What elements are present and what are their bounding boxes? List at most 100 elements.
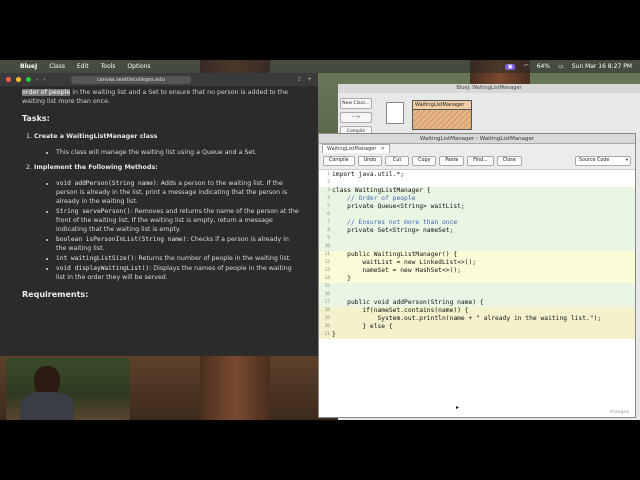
code-text: private Set<String> nameSet;: [332, 227, 454, 234]
code-line[interactable]: 10: [319, 243, 635, 251]
code-line[interactable]: 17 public void addPerson(String name) {: [319, 299, 635, 307]
line-number: 8: [327, 228, 330, 233]
code-line[interactable]: 19 System.out.println(name + " already i…: [319, 315, 635, 323]
assignment-content: order of people in the waiting list and …: [0, 86, 318, 299]
code-line[interactable]: 1 import java.util.*;: [319, 171, 635, 179]
battery-icon[interactable]: ▭: [558, 63, 564, 70]
source-view-select[interactable]: Source Code ▾: [575, 156, 631, 166]
clock[interactable]: Sun Mar 16 8:27 PM: [572, 63, 632, 70]
code-line[interactable]: 11 public WaitingListManager() {: [319, 251, 635, 259]
cut-button[interactable]: Cut: [385, 156, 410, 166]
task-title: Create a WaitingListManager class: [34, 133, 158, 140]
menu-class[interactable]: Class: [49, 63, 65, 70]
chevron-down-icon: ▾: [625, 158, 628, 163]
editor-tab[interactable]: WaitingListManager ✕: [322, 144, 390, 153]
task-bullet: This class will manage the waiting list …: [56, 148, 300, 157]
code-text: nameSet = new HashSet<>();: [332, 267, 461, 274]
menu-bar: BlueJ Class Edit Tools Options ▣ ◠ 64% ▭…: [0, 60, 640, 73]
code-line[interactable]: 12 waitList = new LinkedList<>();: [319, 259, 635, 267]
method-signature: void displayWaitingList(): [56, 265, 150, 272]
code-text: private Queue<String> waitList;: [332, 203, 465, 210]
line-number: 9: [327, 236, 330, 241]
line-number: 6: [327, 212, 330, 217]
close-window-icon[interactable]: [6, 77, 11, 82]
app-menu[interactable]: BlueJ: [20, 63, 37, 70]
task-title: Implement the Following Methods:: [34, 164, 158, 171]
method-item: int waitingListSize(): Returns the numbe…: [56, 254, 300, 263]
source-view-label: Source Code: [579, 158, 610, 163]
code-line[interactable]: 7 // Ensures not more than once: [319, 219, 635, 227]
bluej-title: BlueJ: WaitingListManager: [338, 84, 640, 93]
line-number: 20: [324, 324, 330, 329]
find-button[interactable]: Find...: [467, 156, 494, 166]
code-line[interactable]: 6: [319, 211, 635, 219]
code-text: // Ensures not more than once: [332, 219, 458, 226]
line-number: 17: [324, 300, 330, 305]
code-text: } else {: [332, 323, 393, 330]
code-line[interactable]: 16: [319, 291, 635, 299]
code-line[interactable]: 3 class WaitingListManager {: [319, 187, 635, 195]
code-line[interactable]: 5 private Queue<String> waitList;: [319, 203, 635, 211]
close-button[interactable]: Close: [496, 156, 522, 166]
forward-icon[interactable]: ›: [43, 76, 45, 83]
arrow-button[interactable]: --->: [340, 112, 372, 123]
undo-button[interactable]: Undo: [357, 156, 383, 166]
code-line[interactable]: 20 } else {: [319, 323, 635, 331]
mouse-cursor-icon: ▸: [456, 404, 460, 411]
compile-button[interactable]: Compile: [323, 156, 355, 166]
screen-share-icon[interactable]: ▣: [504, 63, 516, 70]
method-item: String servePerson(): Removes and return…: [56, 207, 300, 234]
class-box[interactable]: WaitingListManager: [412, 100, 472, 130]
readme-note-icon[interactable]: [386, 102, 404, 124]
menu-options[interactable]: Options: [127, 63, 150, 70]
code-line[interactable]: 15: [319, 283, 635, 291]
method-item: void displayWaitingList(): Displays the …: [56, 264, 300, 282]
method-signature: boolean isPersonInList(String name): [56, 236, 187, 243]
line-number: 3: [327, 188, 330, 193]
minimize-window-icon[interactable]: [16, 77, 21, 82]
task-item: Implement the Following Methods: void ad…: [34, 163, 300, 282]
intro-paragraph: order of people in the waiting list and …: [22, 88, 300, 106]
line-number: 14: [324, 276, 330, 281]
line-number: 11: [324, 252, 330, 257]
browser-window: ‹ › canvas.seattlecolleges.edu ⇪ + order…: [0, 73, 318, 356]
wifi-icon[interactable]: ◠: [523, 63, 528, 70]
share-icon[interactable]: ⇪: [297, 76, 302, 83]
code-text: }: [332, 331, 336, 338]
code-line[interactable]: 14 }: [319, 275, 635, 283]
task-item: Create a WaitingListManager class This c…: [34, 132, 300, 157]
webcam-overlay: [6, 358, 130, 420]
close-tab-icon[interactable]: ✕: [380, 146, 384, 152]
code-line[interactable]: 18 if(nameSet.contains(name)) {: [319, 307, 635, 315]
code-line[interactable]: 8 private Set<String> nameSet;: [319, 227, 635, 235]
code-text: public WaitingListManager() {: [332, 251, 458, 258]
line-number: 4: [327, 196, 330, 201]
person-body: [20, 392, 74, 420]
code-line[interactable]: 4 // Order of people: [319, 195, 635, 203]
menu-edit[interactable]: Edit: [77, 63, 89, 70]
copy-button[interactable]: Copy: [412, 156, 437, 166]
line-number: 10: [324, 244, 330, 249]
method-signature: void addPerson(String name): [56, 180, 157, 187]
code-line[interactable]: 9: [319, 235, 635, 243]
new-tab-icon[interactable]: +: [307, 76, 312, 83]
method-item: boolean isPersonInList(String name): Che…: [56, 235, 300, 253]
paste-button[interactable]: Paste: [439, 156, 465, 166]
method-description: : Returns the number of people in the wa…: [134, 255, 292, 262]
zoom-window-icon[interactable]: [26, 77, 31, 82]
back-icon[interactable]: ‹: [36, 76, 38, 83]
address-bar[interactable]: canvas.seattlecolleges.edu: [70, 75, 191, 84]
editor-title: WaitingListManager - WaitingListManager: [319, 134, 635, 144]
new-class-button[interactable]: New Class...: [340, 98, 372, 109]
method-list: void addPerson(String name): Adds a pers…: [56, 179, 300, 282]
menu-tools[interactable]: Tools: [101, 63, 116, 70]
code-line[interactable]: 2: [319, 179, 635, 187]
code-text: class WaitingListManager {: [332, 187, 431, 194]
editor-toolbar: Compile Undo Cut Copy Paste Find... Clos…: [319, 153, 635, 170]
editor-tab-label: WaitingListManager: [327, 146, 377, 152]
code-line[interactable]: 21}: [319, 331, 635, 339]
code-area[interactable]: 1 import java.util.*; 2 3 class WaitingListM…: [319, 171, 635, 411]
browser-toolbar: ‹ › canvas.seattlecolleges.edu ⇪ +: [0, 73, 318, 86]
code-line[interactable]: 13 nameSet = new HashSet<>();: [319, 267, 635, 275]
battery-label[interactable]: 64%: [537, 63, 550, 70]
